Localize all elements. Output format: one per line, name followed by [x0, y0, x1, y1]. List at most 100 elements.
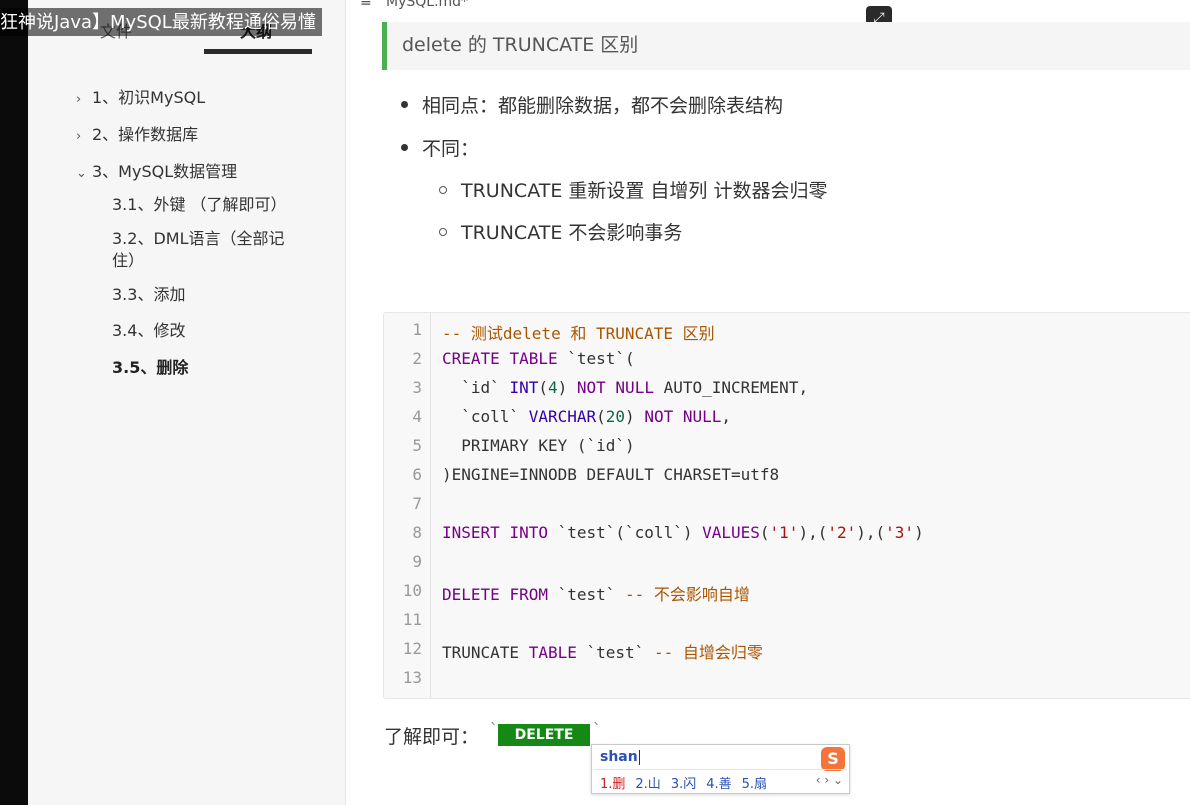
list-item-text: TRUNCATE 重新设置 自增列 计数器会归零	[461, 180, 828, 202]
toc-sub-delete[interactable]: 3.5、删除	[112, 357, 188, 379]
code-number: 20	[605, 407, 626, 426]
footer-label: 了解即可：	[384, 726, 480, 748]
code-keyword: INSERT	[442, 523, 500, 542]
code-comment: -- 测试delete 和 TRUNCATE 区别	[442, 324, 715, 343]
code-keyword: CREATE	[442, 349, 500, 368]
active-tab-indicator	[204, 49, 312, 54]
code-text: `test`	[576, 643, 654, 662]
bullet-ring	[439, 227, 447, 236]
ime-candidate[interactable]: 4.善	[706, 777, 731, 792]
code-type: INT	[509, 378, 539, 397]
code-string: '1'	[769, 523, 799, 542]
code-string: '2'	[827, 523, 857, 542]
code-keyword: FROM	[509, 585, 548, 604]
code-line: TRUNCATE TABLE `test` -- 自增会归零	[442, 639, 763, 663]
left-edge-bar	[0, 0, 28, 805]
chevron-right-icon: ›	[76, 129, 82, 144]
code-text: )	[914, 523, 924, 542]
menu-icon[interactable]: ≡	[360, 0, 374, 10]
bullet-ring	[439, 185, 447, 194]
list-item-text: 相同点：都能删除数据，都不会删除表结构	[422, 95, 784, 117]
code-text: `test`(`coll`)	[547, 523, 703, 542]
line-number: 7	[412, 494, 422, 513]
code-block[interactable]: 1 2 3 4 5 6 7 8 9 10 11 12 13 -- 测试delet…	[383, 312, 1190, 699]
toc-item-label: 1、初识MySQL	[92, 88, 206, 107]
line-number-gutter: 1 2 3 4 5 6 7 8 9 10 11 12 13	[384, 313, 431, 698]
sidebar: 文件 大纲 ›1、初识MySQL ›2、操作数据库 ⌄3、MySQL数据管理 3…	[28, 0, 346, 805]
list-item-text: 不同：	[422, 138, 480, 160]
code-keyword: INTO	[509, 523, 548, 542]
code-text: )ENGINE=INNODB DEFAULT CHARSET=utf8	[442, 465, 780, 484]
line-number: 4	[412, 407, 422, 426]
ime-candidate[interactable]: 3.闪	[671, 777, 696, 792]
bullet-dot	[401, 101, 408, 108]
toc-item-intro[interactable]: › 1、初识MySQL	[76, 84, 205, 108]
code-text: (	[538, 378, 548, 397]
code-line: DELETE FROM `test` -- 不会影响自增	[442, 581, 750, 605]
toc-sub-update[interactable]: 3.4、修改	[112, 320, 185, 342]
toc-sub-insert[interactable]: 3.3、添加	[112, 284, 185, 306]
code-keyword: NOT NULL	[644, 407, 722, 426]
code-keyword: TABLE	[509, 349, 558, 368]
document-title-bar: ≡ MySQL.md*	[360, 0, 468, 10]
code-text: `id`	[442, 378, 510, 397]
code-text: (	[596, 407, 606, 426]
toc-item-database[interactable]: › 2、操作数据库	[76, 121, 198, 145]
line-number: 11	[402, 610, 422, 629]
code-text: `coll`	[442, 407, 529, 426]
line-number: 13	[402, 668, 422, 687]
ime-input-field[interactable]: shan	[600, 749, 640, 765]
code-comment: -- 自增会归零	[653, 643, 763, 662]
text-caret	[638, 749, 640, 765]
sogou-logo-icon: S	[821, 747, 845, 771]
sub-list-item: TRUNCATE 不会影响事务	[439, 218, 682, 245]
ime-candidate[interactable]: 5.扇	[742, 777, 767, 792]
blockquote-text: delete 的 TRUNCATE 区别	[402, 34, 639, 56]
code-keyword: NOT NULL	[576, 378, 654, 397]
code-text: )	[557, 378, 577, 397]
chevron-down-icon: ⌄	[76, 166, 87, 181]
toc-item-label: 3、MySQL数据管理	[92, 162, 238, 181]
ime-candidate[interactable]: 1.删	[600, 777, 625, 792]
toc-sub-dml[interactable]: 3.2、DML语言（全部记	[112, 228, 285, 250]
toc-sub-foreign-key[interactable]: 3.1、外键 （了解即可）	[112, 194, 287, 216]
ime-candidate[interactable]: 2.山	[635, 777, 660, 792]
ime-page-nav[interactable]: ‹ › ⌄	[816, 773, 843, 787]
list-item: 不同：	[401, 134, 479, 161]
line-number: 3	[412, 378, 422, 397]
inline-code-tick: `	[592, 720, 602, 739]
chevron-right-icon: ›	[76, 92, 82, 107]
code-line: )ENGINE=INNODB DEFAULT CHARSET=utf8	[442, 465, 779, 484]
divider	[594, 769, 847, 770]
line-number: 5	[412, 436, 422, 455]
line-number: 2	[412, 349, 422, 368]
code-line: PRIMARY KEY (`id`)	[442, 436, 635, 455]
code-line: `id` INT(4) NOT NULL AUTO_INCREMENT,	[442, 378, 808, 397]
list-item-text: TRUNCATE 不会影响事务	[461, 222, 683, 244]
ime-input-text: shan	[600, 749, 638, 765]
code-text: ),(	[798, 523, 828, 542]
code-number: 4	[547, 378, 558, 397]
code-text: (	[759, 523, 770, 542]
code-keyword: TABLE	[528, 643, 577, 662]
code-line: `coll` VARCHAR(20) NOT NULL,	[442, 407, 731, 426]
list-item: 相同点：都能删除数据，都不会删除表结构	[401, 91, 783, 118]
code-text: ,	[721, 407, 732, 426]
toc-item-data-management[interactable]: ⌄ 3、MySQL数据管理	[76, 158, 237, 182]
code-text: PRIMARY KEY (`id`)	[442, 436, 635, 455]
code-comment: -- 不会影响自增	[625, 585, 750, 604]
ime-candidate-list: 1.删 2.山 3.闪 4.善 5.扇	[600, 773, 777, 792]
line-number: 1	[412, 320, 422, 339]
line-number: 12	[402, 639, 422, 658]
toc-sub-dml-cont[interactable]: 住）	[112, 250, 144, 272]
bullet-dot	[401, 144, 408, 151]
code-keyword: VALUES	[702, 523, 760, 542]
line-number: 10	[402, 581, 422, 600]
code-string: '3'	[885, 523, 915, 542]
sub-list-item: TRUNCATE 重新设置 自增列 计数器会归零	[439, 176, 827, 203]
code-text: `test`	[547, 585, 626, 604]
toc-item-label: 2、操作数据库	[92, 125, 199, 144]
